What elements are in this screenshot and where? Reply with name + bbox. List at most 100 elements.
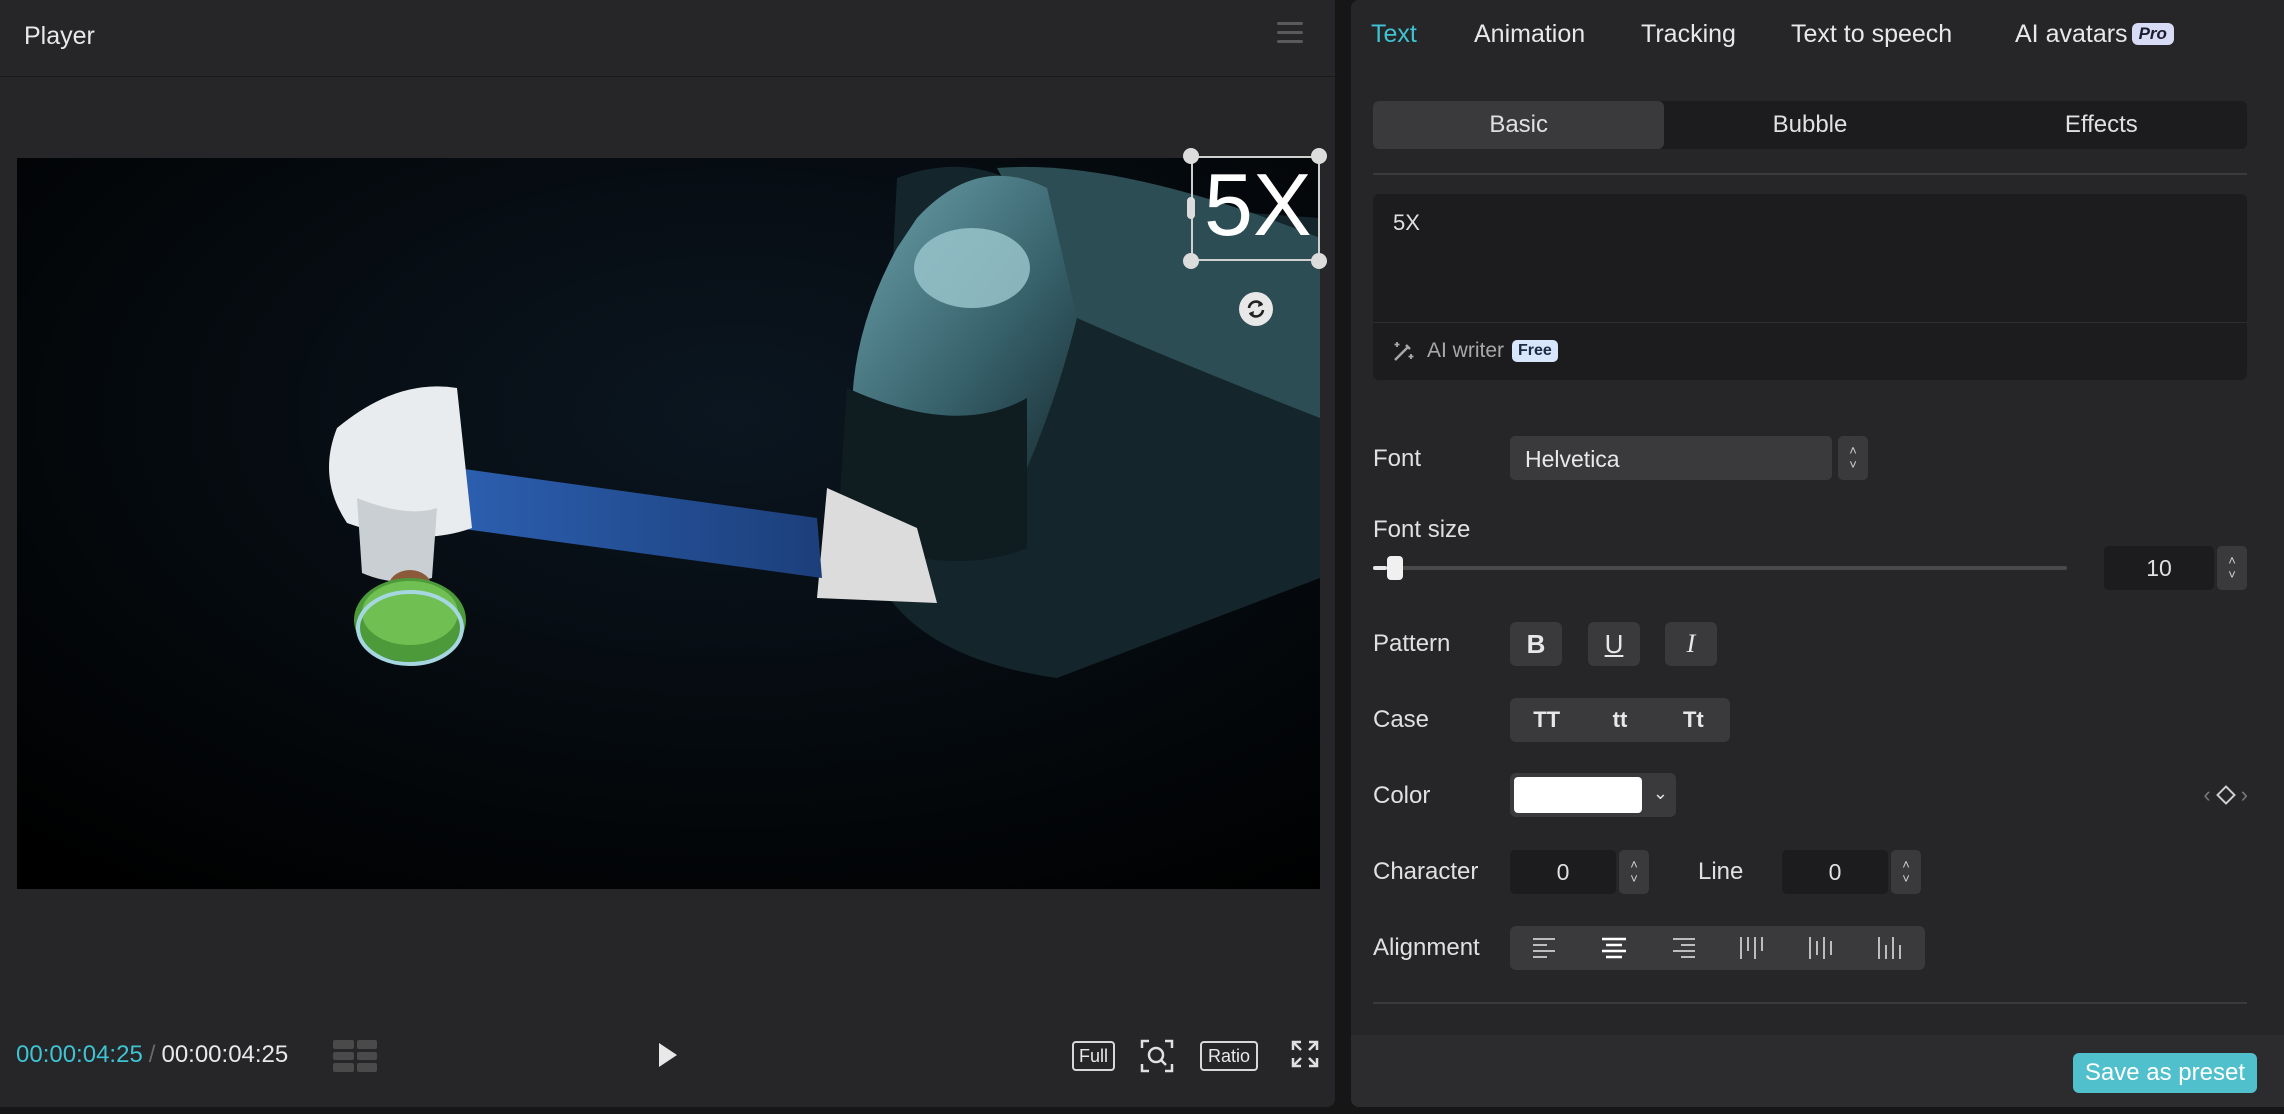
tab-text[interactable]: Text [1371, 20, 1417, 49]
textarea-divider [1373, 322, 2247, 323]
character-label: Character [1373, 858, 1479, 885]
case-label: Case [1373, 706, 1430, 733]
menu-icon[interactable] [1277, 22, 1303, 44]
selection-box[interactable] [1191, 156, 1320, 261]
tab-tracking[interactable]: Tracking [1641, 20, 1736, 49]
video-frame [17, 158, 1320, 889]
align-vertical-top-icon[interactable] [1718, 926, 1787, 970]
app-root: Player 5X 00:00:04:25 / 00:00:04:25 Full… [0, 0, 2284, 1114]
resize-handle-left[interactable] [1187, 197, 1195, 219]
tab-animation[interactable]: Animation [1474, 20, 1585, 49]
color-picker[interactable]: ⌄ [1510, 773, 1676, 817]
resize-handle-bottom-left[interactable] [1183, 253, 1199, 269]
font-size-stepper[interactable]: ˄ ˅ [2217, 546, 2247, 590]
ai-writer-button[interactable]: AI writer Free [1391, 338, 1558, 364]
align-vertical-middle-icon[interactable] [1787, 926, 1856, 970]
bold-icon: B [1526, 628, 1546, 659]
ai-writer-label: AI writer [1427, 339, 1505, 362]
italic-button[interactable]: I [1665, 622, 1717, 666]
chevron-up-icon: ˄ [1849, 443, 1857, 458]
subtabs: Basic Bubble Effects [1373, 101, 2247, 149]
top-tabs: Text Animation Tracking Text to speech A… [1351, 0, 2284, 70]
chevron-down-icon: ˅ [1630, 871, 1638, 886]
color-label: Color [1373, 782, 1431, 809]
underline-button[interactable]: U [1588, 622, 1640, 666]
free-badge: Free [1512, 340, 1558, 362]
alignment-options [1510, 926, 1925, 970]
chevron-up-icon: ˄ [1630, 857, 1638, 872]
italic-icon: I [1686, 629, 1696, 658]
case-titlecase-button[interactable]: Tt [1657, 698, 1730, 742]
character-spacing-input[interactable]: 0 [1510, 850, 1616, 894]
bold-button[interactable]: B [1510, 622, 1562, 666]
font-label: Font [1373, 445, 1422, 472]
player-header: Player [0, 0, 1335, 77]
character-spacing-stepper[interactable]: ˄ ˅ [1619, 850, 1649, 894]
play-icon [659, 1043, 677, 1067]
resize-handle-top-right[interactable] [1311, 148, 1327, 164]
font-size-slider-handle[interactable] [1386, 556, 1403, 580]
full-button[interactable]: Full [1072, 1041, 1115, 1071]
timecode: 00:00:04:25/00:00:04:25 [16, 1041, 288, 1069]
keyframe-nav: ‹ › [2203, 782, 2248, 808]
properties-panel: Text Animation Tracking Text to speech A… [1351, 0, 2284, 1107]
chevron-left-icon[interactable]: ‹ [2203, 782, 2210, 808]
magic-wand-icon [1394, 342, 1414, 361]
subtab-basic[interactable]: Basic [1373, 101, 1665, 149]
text-content-value: 5X [1393, 210, 1420, 235]
zoom-fit-icon[interactable] [1139, 1038, 1175, 1074]
font-size-label: Font size [1373, 516, 1471, 543]
keyframe-icon[interactable] [2215, 785, 2236, 805]
fullscreen-icon[interactable] [1289, 1038, 1325, 1074]
resize-handle-top-left[interactable] [1183, 148, 1199, 164]
text-content-input[interactable]: 5X AI writer Free [1373, 194, 2247, 380]
align-vertical-bottom-icon[interactable] [1856, 926, 1925, 970]
ratio-button[interactable]: Ratio [1200, 1041, 1258, 1071]
player-panel: Player 5X 00:00:04:25 / 00:00:04:25 Full… [0, 0, 1335, 1107]
case-options: TT tt Tt [1510, 698, 1730, 742]
font-size-slider-fill [1373, 566, 1387, 570]
chevron-down-icon: ˅ [2228, 567, 2236, 582]
align-left-icon[interactable] [1510, 926, 1579, 970]
current-time: 00:00:04:25 [16, 1041, 143, 1068]
save-as-preset-button[interactable]: Save as preset [2072, 1053, 2257, 1093]
time-separator: / [148, 1041, 156, 1068]
divider [1373, 173, 2247, 175]
video-preview[interactable] [17, 158, 1320, 889]
total-time: 00:00:04:25 [161, 1041, 289, 1068]
chevron-up-icon: ˄ [1902, 857, 1910, 872]
tab-ai-avatars[interactable]: AI avatars Pro [2015, 20, 2174, 49]
underline-icon: U [1604, 628, 1624, 659]
pattern-label: Pattern [1373, 630, 1451, 657]
rotate-icon[interactable] [1239, 292, 1273, 326]
play-button[interactable] [655, 1040, 681, 1070]
tab-text-to-speech[interactable]: Text to speech [1791, 20, 1952, 49]
grid-view-icon[interactable] [333, 1040, 377, 1072]
chevron-down-icon: ˅ [1902, 871, 1910, 886]
tab-ai-avatars-label: AI avatars [2015, 20, 2128, 48]
case-lowercase-button[interactable]: tt [1583, 698, 1656, 742]
divider [1373, 1002, 2247, 1004]
chevron-down-icon: ⌄ [1652, 783, 1668, 803]
chevron-up-icon: ˄ [2228, 553, 2236, 568]
font-size-slider[interactable] [1373, 566, 2067, 570]
player-title: Player [24, 22, 95, 50]
resize-handle-bottom-right[interactable] [1311, 253, 1327, 269]
align-center-icon[interactable] [1579, 926, 1648, 970]
panel-footer: Save as preset [1351, 1035, 2284, 1107]
chevron-right-icon[interactable]: › [2241, 782, 2248, 808]
font-stepper[interactable]: ˄ ˅ [1838, 436, 1868, 480]
font-size-input[interactable]: 10 [2104, 546, 2214, 590]
align-right-icon[interactable] [1648, 926, 1717, 970]
pro-badge: Pro [2131, 23, 2174, 45]
subtab-bubble[interactable]: Bubble [1664, 101, 1955, 149]
case-uppercase-button[interactable]: TT [1510, 698, 1583, 742]
subtab-effects[interactable]: Effects [1956, 101, 2247, 149]
alignment-label: Alignment [1373, 934, 1480, 961]
font-select[interactable]: Helvetica [1510, 436, 1832, 480]
line-spacing-input[interactable]: 0 [1782, 850, 1888, 894]
line-label: Line [1698, 858, 1744, 885]
color-swatch [1514, 777, 1642, 813]
chevron-down-icon: ˅ [1849, 457, 1857, 472]
line-spacing-stepper[interactable]: ˄ ˅ [1891, 850, 1921, 894]
